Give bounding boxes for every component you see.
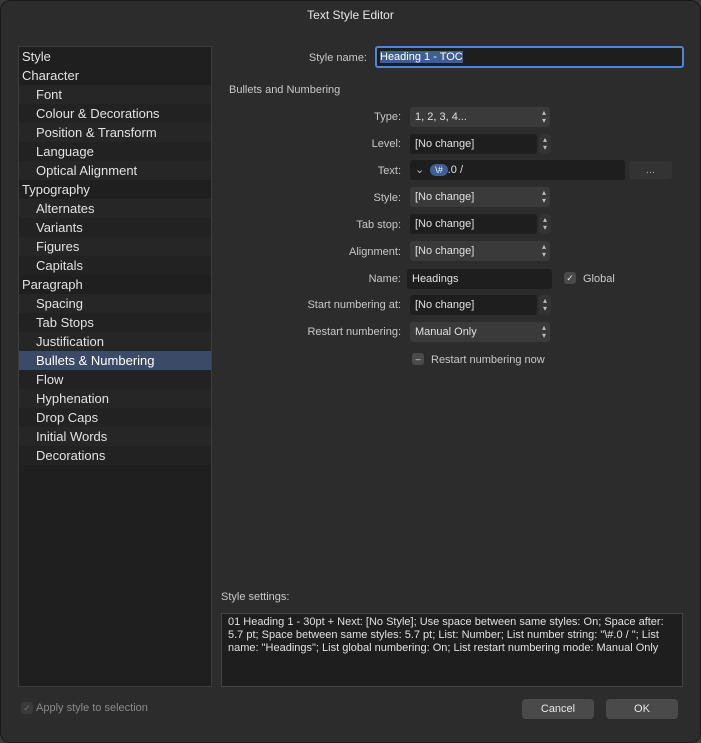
tab-stop-field[interactable]: [No change] ▴ ▾	[410, 214, 551, 234]
restart-numbering-label: Restart numbering:	[307, 326, 401, 338]
list-name-field[interactable]: Headings	[407, 269, 552, 289]
alignment-value: [No change]	[415, 245, 475, 257]
apply-style-checkbox[interactable]: ✓	[21, 702, 33, 714]
sidebar-item-bullets-numbering[interactable]: Bullets & Numbering	[19, 351, 211, 370]
section-title: Bullets and Numbering	[229, 84, 341, 96]
sidebar-item-capitals[interactable]: Capitals	[19, 256, 211, 275]
restart-numbering-select[interactable]: Manual Only ▴ ▾	[410, 322, 550, 342]
style-name-input[interactable]: Heading 1 - TOC	[375, 46, 684, 68]
sidebar-item-flow[interactable]: Flow	[19, 370, 211, 389]
sidebar-item-paragraph[interactable]: Paragraph	[19, 275, 211, 294]
alignment-select[interactable]: [No change] ▴ ▾	[410, 241, 550, 261]
updown-chevron-icon: ▴ ▾	[541, 108, 546, 125]
style-select[interactable]: [No change] ▴ ▾	[410, 187, 550, 207]
tab-stop-value: [No change]	[415, 218, 475, 230]
sidebar-item-spacing[interactable]: Spacing	[19, 294, 211, 313]
sidebar-item-style[interactable]: Style	[19, 47, 211, 66]
start-numbering-field[interactable]: [No change] ▴ ▾	[410, 295, 551, 315]
sidebar-item-justification[interactable]: Justification	[19, 332, 211, 351]
start-numbering-value: [No change]	[415, 299, 475, 311]
style-label: Style:	[373, 192, 401, 204]
style-settings-label: Style settings:	[221, 591, 290, 603]
updown-chevron-icon: ▴ ▾	[541, 242, 546, 259]
sidebar-item-language[interactable]: Language	[19, 142, 211, 161]
restart-now-checkbox[interactable]: –	[412, 353, 424, 365]
sidebar-item-drop-caps[interactable]: Drop Caps	[19, 408, 211, 427]
updown-chevron-icon: ▴ ▾	[541, 323, 546, 340]
global-label: Global	[583, 273, 615, 285]
tab-stop-label: Tab stop:	[356, 219, 401, 231]
insert-token-button[interactable]: ...	[629, 161, 672, 179]
type-value: 1, 2, 3, 4...	[415, 111, 467, 123]
tab-stop-stepper[interactable]: ▴ ▾	[539, 214, 551, 234]
sidebar-item-typography[interactable]: Typography	[19, 180, 211, 199]
style-name-value: Heading 1 - TOC	[380, 51, 463, 63]
text-style-editor-dialog: Text Style Editor Style Character Font Colo…	[0, 0, 701, 743]
start-numbering-label: Start numbering at:	[307, 299, 401, 311]
level-field[interactable]: [No change] ▴ ▾	[410, 134, 551, 154]
sidebar-item-colour-decorations[interactable]: Colour & Decorations	[19, 104, 211, 123]
apply-style-label: Apply style to selection	[36, 702, 148, 714]
dialog-title: Text Style Editor	[307, 8, 394, 22]
level-stepper[interactable]: ▴ ▾	[539, 134, 551, 154]
sidebar-item-hyphenation[interactable]: Hyphenation	[19, 389, 211, 408]
sidebar-item-figures[interactable]: Figures	[19, 237, 211, 256]
style-name-label: Style name:	[308, 52, 367, 64]
sidebar-item-decorations[interactable]: Decorations	[19, 446, 211, 465]
start-numbering-stepper[interactable]: ▴ ▾	[539, 295, 551, 315]
restart-numbering-value: Manual Only	[415, 326, 477, 338]
style-value: [No change]	[415, 191, 475, 203]
style-settings-text: 01 Heading 1 - 30pt + Next: [No Style]; …	[221, 613, 683, 687]
type-select[interactable]: 1, 2, 3, 4... ▴ ▾	[410, 107, 550, 127]
restart-now-label: Restart numbering now	[431, 354, 545, 366]
level-label: Level:	[371, 138, 401, 150]
sidebar-item-initial-words[interactable]: Initial Words	[19, 427, 211, 446]
sidebar-item-font[interactable]: Font	[19, 85, 211, 104]
alignment-label: Alignment:	[349, 246, 401, 258]
global-checkbox[interactable]: ✓	[564, 272, 576, 284]
text-label: Text:	[377, 165, 401, 177]
sidebar-item-alternates[interactable]: Alternates	[19, 199, 211, 218]
category-sidebar: Style Character Font Colour & Decorations Po…	[18, 46, 212, 687]
sidebar-item-variants[interactable]: Variants	[19, 218, 211, 237]
list-name-value: Headings	[412, 273, 459, 285]
updown-chevron-icon: ▴ ▾	[541, 188, 546, 205]
name-label: Name:	[368, 273, 401, 285]
cancel-button[interactable]: Cancel	[522, 699, 594, 719]
number-token[interactable]: \#	[430, 164, 448, 177]
text-format-value: .0 /	[447, 164, 464, 176]
sidebar-item-position-transform[interactable]: Position & Transform	[19, 123, 211, 142]
chevron-down-icon[interactable]: ⌄	[415, 164, 424, 176]
text-format-field[interactable]: ⌄ \# .0 /	[410, 160, 625, 180]
sidebar-item-character[interactable]: Character	[19, 66, 211, 85]
sidebar-item-tab-stops[interactable]: Tab Stops	[19, 313, 211, 332]
type-label: Type:	[374, 111, 401, 123]
level-value: [No change]	[415, 138, 475, 150]
ok-button[interactable]: OK	[606, 699, 678, 719]
sidebar-item-optical-alignment[interactable]: Optical Alignment	[19, 161, 211, 180]
